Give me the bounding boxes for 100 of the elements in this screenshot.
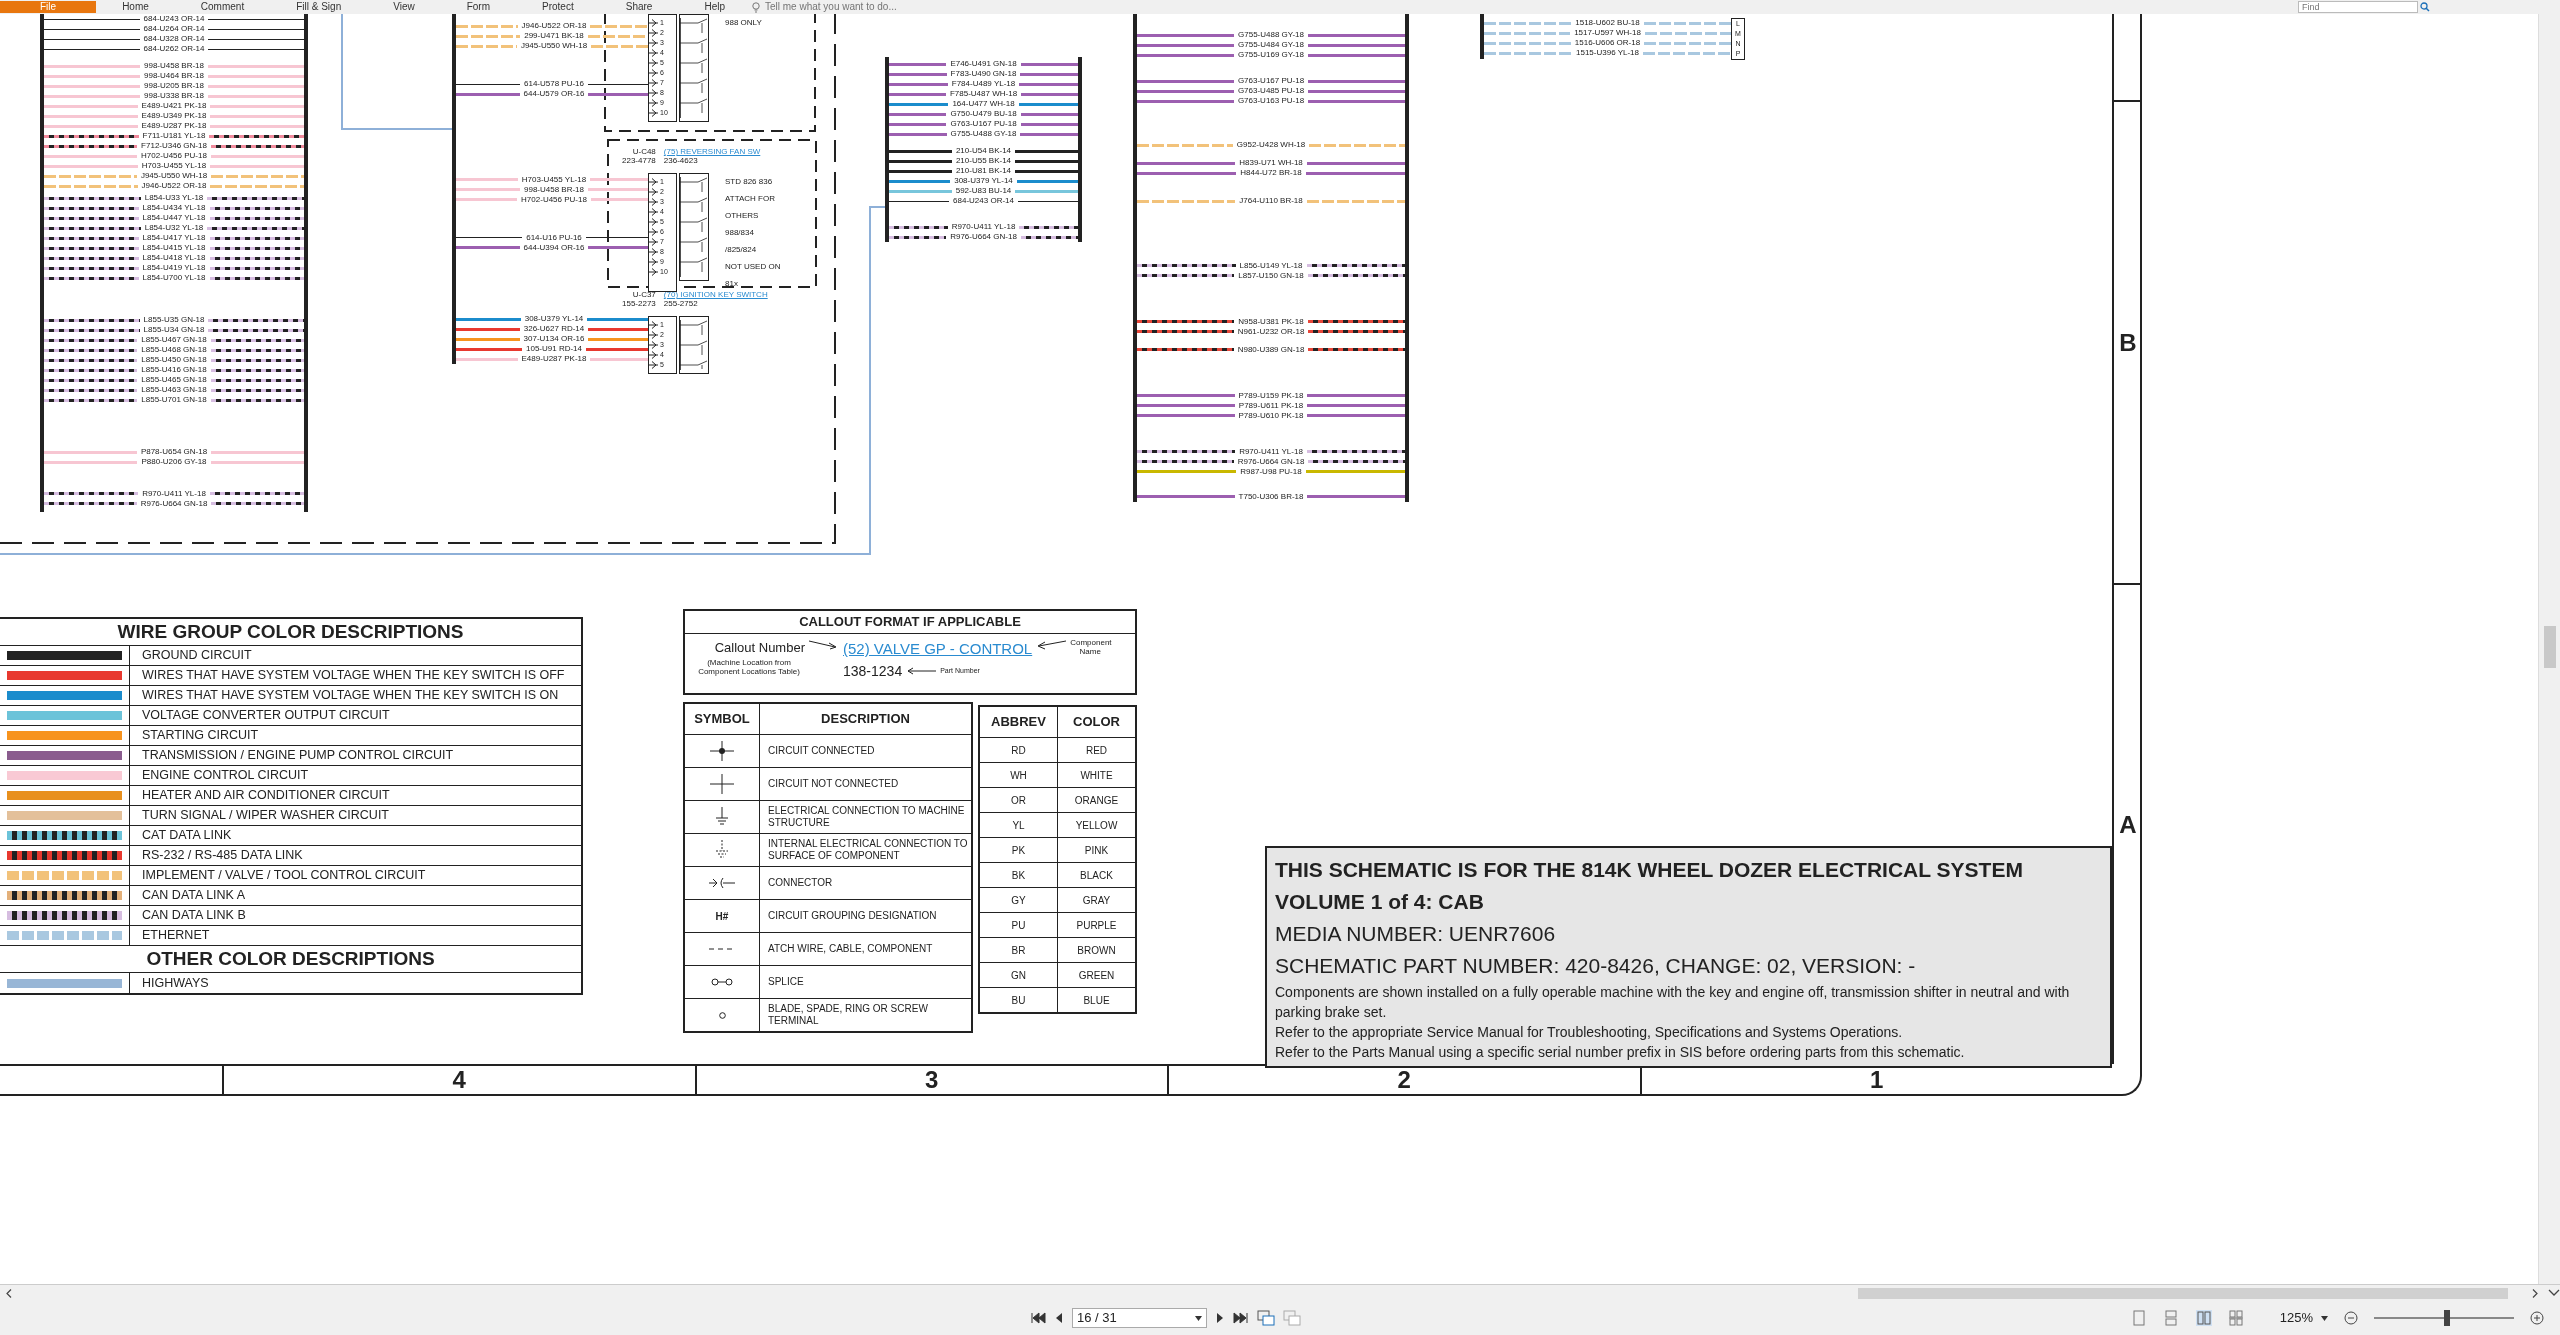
wire-label: P878-U654 GN-18: [140, 447, 208, 457]
note-text: Refer to the Parts Manual using a specific serial number prefix in SIS before ordering parts from this schematic.: [1275, 1043, 1966, 1062]
wire-label: J946-U522 OR-18: [141, 181, 207, 191]
component-note: ATTACH FOR: [725, 193, 776, 205]
slider-thumb[interactable]: [2443, 1310, 2450, 1326]
wire-label: E489-U349 PK-18: [141, 111, 207, 121]
menu-tab[interactable]: Fill & Sign: [270, 1, 368, 13]
page-layout-icon[interactable]: [2163, 1310, 2180, 1326]
callout-example-link[interactable]: (52) VALVE GP - CONTROL: [843, 638, 1033, 661]
part-number: 255-2752: [663, 299, 699, 308]
wire-label: 644-U579 OR-16: [523, 89, 585, 99]
abbreviation: PU: [980, 913, 1058, 937]
page-layout-icon[interactable]: [2195, 1310, 2212, 1326]
wire-label: 592-U83 BU-14: [955, 186, 1012, 196]
first-page-icon[interactable]: [1030, 1311, 1046, 1325]
volume-label: VOLUME 1 of 4: CAB: [1275, 889, 1485, 915]
component-callout-link[interactable]: (70) IGNITION KEY SWITCH: [663, 290, 768, 299]
wire-label: N961-U232 OR-18: [1237, 326, 1305, 337]
legend-title: OTHER COLOR DESCRIPTIONS: [0, 946, 581, 973]
wire-label: L855-U450 GN-18: [141, 355, 207, 365]
wire-label: 307-U134 OR-16: [523, 334, 585, 344]
wire-label: G763-U485 PU-18: [1237, 86, 1305, 96]
arrow-icon: [1036, 638, 1067, 650]
color-name: ORANGE: [1073, 793, 1120, 808]
wire-label: G755-U484 GY-18: [1238, 40, 1304, 50]
wire-label: 1517-U597 WH-18: [1574, 28, 1641, 38]
legend-label: TURN SIGNAL / WIPER WASHER CIRCUIT: [141, 807, 389, 825]
scrollbar-thumb[interactable]: [2544, 626, 2556, 668]
abbreviation: BU: [980, 988, 1058, 1012]
symbol-description: CONNECTOR: [767, 876, 834, 890]
part-number-line: SCHEMATIC PART NUMBER: 420-8426, CHANGE: 02, VERSION: -: [1275, 953, 1917, 979]
search-icon: [2420, 2, 2430, 12]
location-note: (Machine Location from Component Locations Table): [697, 657, 801, 676]
wire-label: L855-U35 GN-18: [143, 315, 205, 325]
scrollbar-thumb[interactable]: [1858, 1288, 2508, 1299]
zoom-dropdown[interactable]: 125%: [2279, 1308, 2328, 1328]
zoom-in-icon[interactable]: [2530, 1311, 2544, 1325]
wire-label: G763-U167 PU-18: [1237, 76, 1305, 86]
column-header: DESCRIPTION: [820, 710, 911, 728]
menu-tab[interactable]: View: [367, 1, 441, 13]
symbol-description: ATCH WIRE, CABLE, COMPONENT: [767, 942, 934, 956]
media-number: MEDIA NUMBER: UENR7606: [1275, 921, 1557, 947]
legend-label: STARTING CIRCUIT: [141, 727, 259, 745]
next-page-icon[interactable]: [1215, 1311, 1225, 1325]
wire-label: R970-U411 YL-18: [951, 222, 1016, 232]
abbreviation: WH: [980, 763, 1058, 787]
switch-contacts-drawing: [679, 316, 709, 374]
column-header: COLOR: [1072, 713, 1121, 731]
vertical-scrollbar[interactable]: [2538, 14, 2560, 1284]
last-page-icon[interactable]: [1233, 1311, 1249, 1325]
legend-label: CAT DATA LINK: [141, 827, 232, 845]
page-view-icon[interactable]: [1257, 1310, 1275, 1326]
part-number-example: 138-1234: [843, 661, 903, 681]
wire-label: 998-U205 BR-18: [144, 81, 205, 91]
menu-tab[interactable]: Home: [96, 1, 175, 13]
note-text: Refer to the appropriate Service Manual for Troubleshooting, Specifications and Systems Operations.: [1275, 1023, 1904, 1042]
tell-me-field[interactable]: Tell me what you want to do...: [765, 1, 965, 13]
wire-label: N980-U389 GN-18: [1237, 344, 1305, 355]
find-field[interactable]: Find: [2298, 1, 2418, 13]
component-note: 988/834: [725, 227, 755, 239]
scroll-right-icon[interactable]: [2532, 1288, 2538, 1298]
symbol-description: CIRCUIT NOT CONNECTED: [767, 777, 900, 791]
column-number: 3: [694, 1066, 1167, 1094]
wire-label: L855-U463 GN-18: [141, 385, 207, 395]
component-callout-link[interactable]: (75) REVERSING FAN SW: [663, 147, 761, 156]
component-note: 81x: [725, 278, 739, 290]
zoom-out-icon[interactable]: [2344, 1311, 2358, 1325]
component-number: 223-4778: [622, 156, 656, 165]
scroll-left-icon[interactable]: [6, 1288, 12, 1298]
chevron-down-icon[interactable]: [2548, 1289, 2560, 1297]
wire-label: 684-U262 OR-14: [143, 44, 205, 54]
menu-tab[interactable]: Form: [440, 1, 517, 13]
legend-label: ENGINE CONTROL CIRCUIT: [141, 767, 309, 785]
wire-label: E489-U287 PK-18: [521, 354, 587, 364]
wire-label: L854-U417 YL-18: [142, 233, 206, 243]
menu-tab[interactable]: Help: [678, 1, 751, 13]
page-layout-icon[interactable]: [2227, 1310, 2244, 1326]
wire-label: 998-U338 BR-18: [144, 91, 205, 101]
wire-label: 210-U81 BK-14: [955, 166, 1012, 176]
wire-label: F783-U490 GN-18: [950, 69, 1017, 79]
component-number: 155-2273: [622, 299, 656, 308]
symbol-description: CIRCUIT CONNECTED: [767, 744, 876, 758]
column-number: 4: [222, 1066, 695, 1094]
page-number-field[interactable]: 16 / 31: [1072, 1308, 1207, 1328]
wire-label: 210-U55 BK-14: [955, 156, 1012, 166]
wire-label: 210-U54 BK-14: [955, 146, 1012, 156]
menu-tab[interactable]: Protect: [516, 1, 600, 13]
previous-page-icon[interactable]: [1054, 1311, 1064, 1325]
legend-label: HIGHWAYS: [141, 974, 209, 992]
symbol-description: ELECTRICAL CONNECTION TO MACHINE STRUCTURE: [767, 804, 966, 830]
wire-label: F785-U487 WH-18: [949, 89, 1018, 99]
menu-tab[interactable]: Share: [599, 1, 679, 13]
color-name: PURPLE: [1075, 918, 1118, 933]
wire-label: 308-U379 YL-14: [524, 314, 584, 324]
legend-label: ETHERNET: [141, 927, 210, 945]
wire-label: R987-U98 PU-18: [1240, 466, 1302, 477]
wire-label: 614-U578 PU-16: [524, 79, 585, 89]
menu-tab[interactable]: Comment: [174, 1, 271, 13]
abbreviation: PK: [980, 838, 1058, 862]
wire-label: L854-U447 YL-18: [142, 213, 206, 223]
